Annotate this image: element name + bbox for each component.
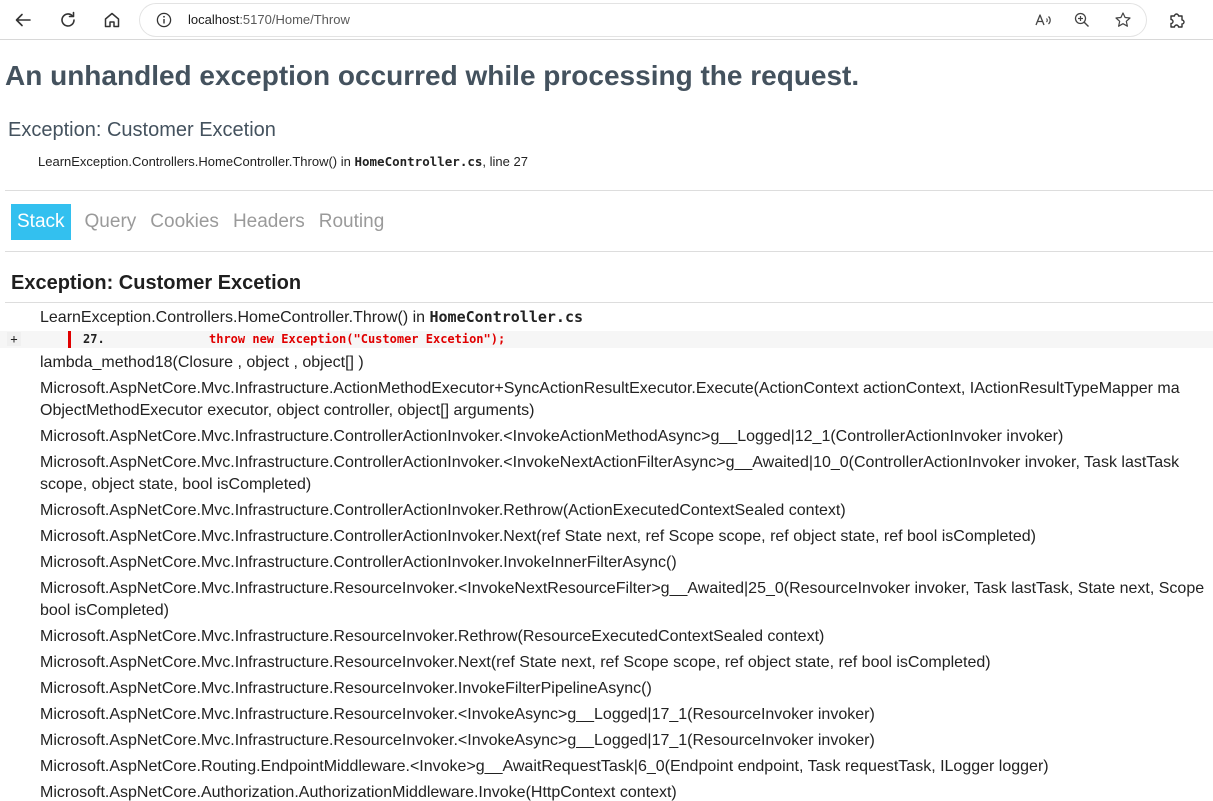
stack-frame: lambda_method18(Closure , object , objec… [0,352,1213,374]
frame-method: Microsoft.AspNetCore.Mvc.Infrastructure.… [40,528,1036,545]
source-code-row: + 27. throw new Exception("Customer Exce… [0,331,1213,348]
frame-method: Microsoft.AspNetCore.Routing.EndpointMid… [40,758,1049,775]
url-text[interactable]: localhost:5170/Home/Throw [188,12,350,27]
expand-source-button[interactable]: + [7,332,21,346]
stack-frame: Microsoft.AspNetCore.Mvc.Infrastructure.… [0,552,1213,574]
divider [5,302,1213,303]
stack-frame: Microsoft.AspNetCore.Mvc.Infrastructure.… [0,526,1213,548]
stack-frames: LearnException.Controllers.HomeControlle… [0,306,1213,801]
frame-method-continued: ObjectMethodExecutor executor, object co… [40,402,535,419]
frame-method-continued: scope, object state, bool isCompleted) [40,476,312,493]
url-host: localhost [188,12,240,27]
frame-method: Microsoft.AspNetCore.Authorization.Autho… [40,784,677,801]
stack-frame: Microsoft.AspNetCore.Mvc.Infrastructure.… [0,652,1213,674]
site-info-icon[interactable] [156,12,172,28]
tab-stack[interactable]: Stack [11,204,71,240]
read-aloud-icon[interactable] [1033,10,1053,30]
location-file: HomeController.cs [354,154,483,169]
stack-frame: Microsoft.AspNetCore.Mvc.Infrastructure.… [0,578,1213,622]
frame-file: HomeController.cs [429,308,584,326]
stack-frame: Microsoft.AspNetCore.Authorization.Autho… [0,782,1213,801]
zoom-icon[interactable] [1072,10,1092,30]
extensions-icon[interactable] [1163,6,1191,34]
frame-method: Microsoft.AspNetCore.Mvc.Infrastructure.… [40,454,1180,471]
frame-method: Microsoft.AspNetCore.Mvc.Infrastructure.… [40,706,875,723]
error-line-marker [68,331,71,348]
tab-bar: Stack Query Cookies Headers Routing [11,204,398,240]
frame-method: Microsoft.AspNetCore.Mvc.Infrastructure.… [40,732,875,749]
url-path: :5170/Home/Throw [239,12,350,27]
divider [5,190,1213,191]
frame-method: Microsoft.AspNetCore.Mvc.Infrastructure.… [40,554,677,571]
frame-method: Microsoft.AspNetCore.Mvc.Infrastructure.… [40,428,1064,445]
address-bar[interactable]: localhost:5170/Home/Throw [140,4,1146,36]
error-title: Exception: Customer Excetion [8,119,276,141]
stack-frame: Microsoft.AspNetCore.Mvc.Infrastructure.… [0,730,1213,752]
error-location: LearnException.Controllers.HomeControlle… [38,154,528,169]
stack-frame: Microsoft.AspNetCore.Mvc.Infrastructure.… [0,704,1213,726]
frame-method: lambda_method18(Closure , object , objec… [40,354,364,371]
location-line: , line 27 [482,154,528,169]
home-icon[interactable] [98,6,126,34]
stack-frame: Microsoft.AspNetCore.Routing.EndpointMid… [0,756,1213,778]
browser-toolbar: localhost:5170/Home/Throw [0,0,1213,40]
tab-cookies[interactable]: Cookies [150,204,233,240]
stack-exception-title: Exception: Customer Excetion [11,272,302,294]
frame-method: Microsoft.AspNetCore.Mvc.Infrastructure.… [40,580,1205,597]
frame-method: Microsoft.AspNetCore.Mvc.Infrastructure.… [40,654,991,671]
refresh-icon[interactable] [54,6,82,34]
tab-headers[interactable]: Headers [233,204,319,240]
frame-method: LearnException.Controllers.HomeControlle… [40,309,430,326]
divider [5,251,1213,252]
frame-method: Microsoft.AspNetCore.Mvc.Infrastructure.… [40,502,846,519]
stack-frame: Microsoft.AspNetCore.Mvc.Infrastructure.… [0,378,1213,422]
frame-method-continued: bool isCompleted) [40,602,169,619]
code-line-text: throw new Exception("Customer Excetion")… [209,332,506,346]
frame-method: Microsoft.AspNetCore.Mvc.Infrastructure.… [40,680,652,697]
stack-frame: Microsoft.AspNetCore.Mvc.Infrastructure.… [0,452,1213,496]
code-line-number: 27. [83,332,105,346]
frame-list: lambda_method18(Closure , object , objec… [0,352,1213,801]
tab-query[interactable]: Query [85,204,151,240]
stack-frame: Microsoft.AspNetCore.Mvc.Infrastructure.… [0,678,1213,700]
stack-frame: Microsoft.AspNetCore.Mvc.Infrastructure.… [0,626,1213,648]
stack-frame: LearnException.Controllers.HomeControlle… [0,306,1213,329]
back-arrow-icon[interactable] [9,6,37,34]
location-method: LearnException.Controllers.HomeControlle… [38,154,355,169]
stack-frame: Microsoft.AspNetCore.Mvc.Infrastructure.… [0,426,1213,448]
frame-method: Microsoft.AspNetCore.Mvc.Infrastructure.… [40,628,825,645]
favorite-star-icon[interactable] [1113,10,1133,30]
stack-frame: Microsoft.AspNetCore.Mvc.Infrastructure.… [0,500,1213,522]
frame-method: Microsoft.AspNetCore.Mvc.Infrastructure.… [40,380,1180,397]
page-title: An unhandled exception occurred while pr… [5,60,860,91]
error-page: An unhandled exception occurred while pr… [0,40,1213,801]
tab-routing[interactable]: Routing [319,204,399,240]
